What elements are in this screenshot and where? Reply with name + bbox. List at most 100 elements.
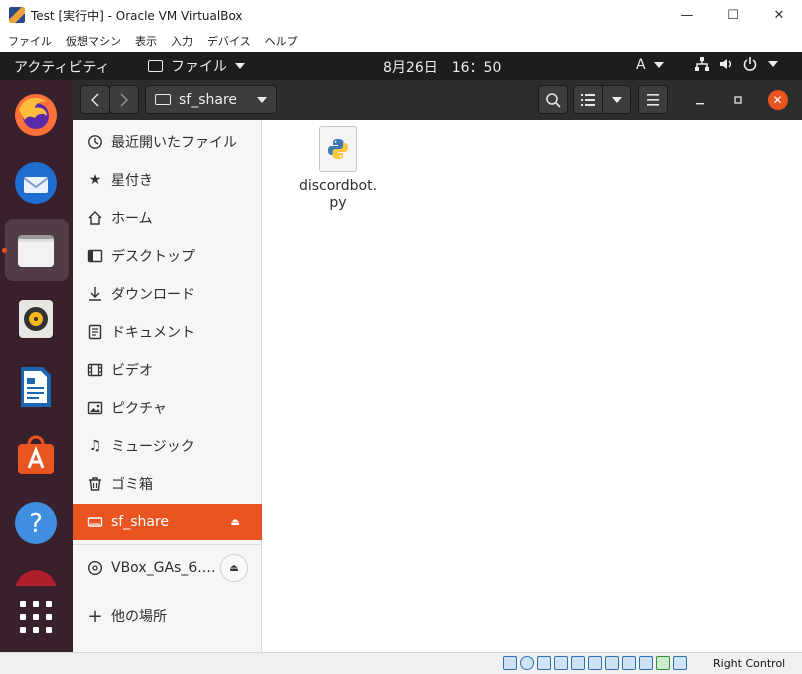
sidebar-item-pictures[interactable]: ピクチャ (73, 390, 262, 426)
sidebar-item-label: デスクトップ (111, 249, 195, 265)
search-button[interactable] (538, 85, 568, 114)
ubuntu-top-panel: アクティビティ ファイル 8月26日 16：50 A (0, 52, 802, 80)
mouse-integration-icon[interactable] (656, 656, 670, 670)
ubuntu-dock: ? (0, 80, 73, 652)
menu-help[interactable]: ヘルプ (265, 33, 298, 49)
clock[interactable]: 8月26日 16：50 (383, 57, 501, 77)
optical-drive-icon[interactable] (520, 656, 534, 670)
menu-devices[interactable]: デバイス (207, 33, 251, 49)
sidebar-item-documents[interactable]: ドキュメント (73, 314, 262, 350)
sidebar-item-recent[interactable]: 最近開いたファイル (73, 124, 262, 160)
chevron-down-icon (235, 63, 245, 69)
sidebar-item-label: 星付き (111, 173, 153, 189)
sidebar-item-videos[interactable]: ビデオ (73, 352, 262, 388)
close-files-button[interactable]: ✕ (763, 85, 792, 114)
forward-button[interactable] (109, 85, 139, 114)
pictures-icon (86, 399, 104, 417)
vbox-titlebar: Test [実行中] - Oracle VM VirtualBox — ☐ ✕ (0, 0, 802, 30)
eject-icon[interactable]: ⏏ (220, 554, 248, 582)
path-bar-button[interactable]: sf_share (145, 85, 277, 114)
chevron-right-icon (120, 93, 128, 106)
sidebar-item-vbox-gas[interactable]: VBox_GAs_6.… ⏏ (73, 550, 262, 586)
sidebar-item-home[interactable]: ホーム (73, 200, 262, 236)
eject-icon[interactable]: ⏏ (231, 517, 240, 528)
sidebar-item-label: ビデオ (111, 363, 153, 379)
running-indicator (2, 248, 7, 253)
libreoffice-writer-icon[interactable] (13, 364, 59, 410)
activities-button[interactable]: アクティビティ (14, 57, 110, 77)
system-menu-button[interactable] (694, 56, 778, 72)
sidebar-item-label: 最近開いたファイル (111, 135, 237, 151)
recent-icon (86, 133, 104, 151)
drive-icon (86, 513, 104, 531)
minimize-icon: — (680, 7, 694, 23)
overflow-app-icon[interactable] (13, 568, 59, 586)
app-menu-label: ファイル (171, 59, 227, 75)
home-icon (86, 209, 104, 227)
firefox-icon[interactable] (13, 92, 59, 138)
main-menu-button[interactable] (638, 85, 668, 114)
vt-x-icon[interactable] (639, 656, 653, 670)
menu-view[interactable]: 表示 (135, 33, 157, 49)
thunderbird-icon[interactable] (13, 160, 59, 206)
sidebar-item-label: ミュージック (111, 439, 195, 455)
hard-disk-icon[interactable] (503, 656, 517, 670)
file-view[interactable]: discordbot. py (263, 120, 802, 652)
apps-grid-icon[interactable] (13, 594, 59, 640)
chevron-down-icon (768, 61, 778, 67)
rhythmbox-icon[interactable] (13, 296, 59, 342)
path-label: sf_share (179, 91, 238, 108)
maximize-window-button[interactable] (723, 85, 752, 114)
virtualbox-app-icon (9, 7, 25, 23)
vbox-menubar: ファイル 仮想マシン 表示 入力 デバイス ヘルプ (0, 30, 802, 52)
sidebar-item-label: VBox_GAs_6.… (111, 560, 216, 576)
help-icon[interactable]: ? (13, 500, 59, 546)
sidebar-item-sf-share[interactable]: sf_share ⏏ (73, 504, 262, 540)
sidebar-item-label: ピクチャ (111, 401, 167, 417)
places-sidebar: 最近開いたファイル ★ 星付き ホーム デスクトップ ダウンロード ドキュメント… (73, 120, 262, 652)
star-icon: ★ (88, 172, 102, 188)
list-view-icon (581, 93, 595, 106)
volume-icon (720, 59, 731, 69)
recording-icon[interactable] (622, 656, 636, 670)
maximize-button[interactable]: ☐ (710, 0, 756, 30)
view-options-button[interactable] (602, 85, 631, 114)
display-icon[interactable] (605, 656, 619, 670)
vbox-status-icons (503, 656, 687, 670)
sidebar-item-desktop[interactable]: デスクトップ (73, 238, 262, 274)
sidebar-item-other-locations[interactable]: + 他の場所 (73, 598, 262, 634)
ubuntu-software-icon[interactable] (13, 432, 59, 478)
minimize-icon (695, 102, 704, 104)
files-icon[interactable] (13, 227, 59, 273)
close-window-button[interactable]: ✕ (756, 0, 802, 30)
input-method-button[interactable]: A (636, 57, 664, 73)
audio-icon[interactable] (537, 656, 551, 670)
sidebar-item-trash[interactable]: ゴミ箱 (73, 466, 262, 502)
usb-icon[interactable] (571, 656, 585, 670)
keyboard-capture-icon[interactable] (673, 656, 687, 670)
minimize-window-button[interactable] (685, 85, 714, 114)
menu-input[interactable]: 入力 (171, 33, 193, 49)
chevron-down-icon (653, 62, 664, 68)
sidebar-item-starred[interactable]: ★ 星付き (73, 162, 262, 198)
menu-machine[interactable]: 仮想マシン (66, 33, 121, 49)
sidebar-item-downloads[interactable]: ダウンロード (73, 276, 262, 312)
sidebar-item-label: ゴミ箱 (111, 477, 153, 493)
plus-icon: + (87, 605, 103, 627)
view-list-button[interactable] (573, 85, 603, 114)
vbox-statusbar: Right Control (0, 652, 802, 674)
minimize-button[interactable]: — (664, 0, 710, 30)
back-button[interactable] (80, 85, 110, 114)
sidebar-item-music[interactable]: ♫ ミュージック (73, 428, 262, 464)
app-menu-button[interactable]: ファイル (148, 56, 245, 76)
shared-folders-icon[interactable] (588, 656, 602, 670)
vbox-window-title: Test [実行中] - Oracle VM VirtualBox (31, 8, 243, 23)
chevron-down-icon (257, 96, 268, 103)
menu-file[interactable]: ファイル (8, 33, 52, 49)
trash-icon (86, 475, 104, 493)
hamburger-icon (647, 93, 659, 106)
file-item[interactable]: discordbot. py (293, 126, 383, 212)
music-icon: ♫ (88, 438, 102, 454)
power-icon (743, 57, 757, 71)
network-adapter-icon[interactable] (554, 656, 568, 670)
